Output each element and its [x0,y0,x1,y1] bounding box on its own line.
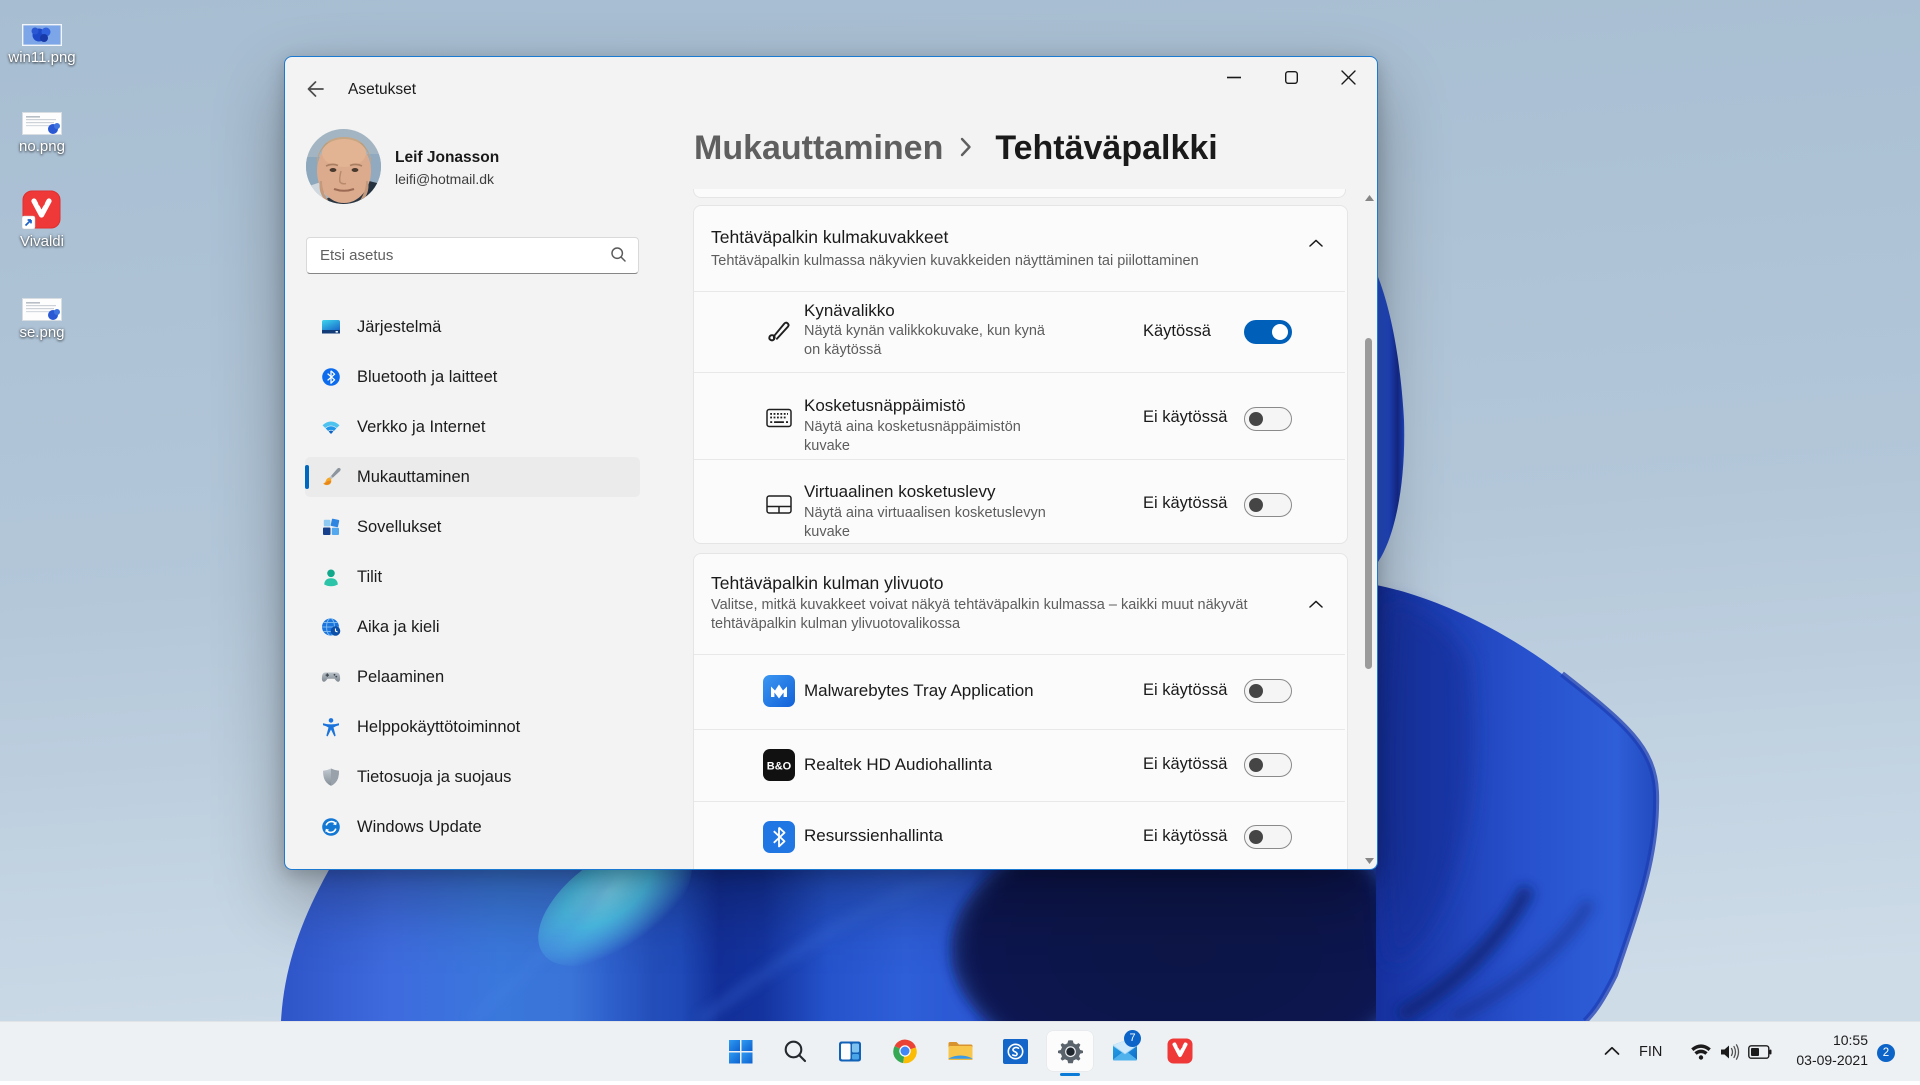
svg-text:B&O: B&O [767,761,792,773]
